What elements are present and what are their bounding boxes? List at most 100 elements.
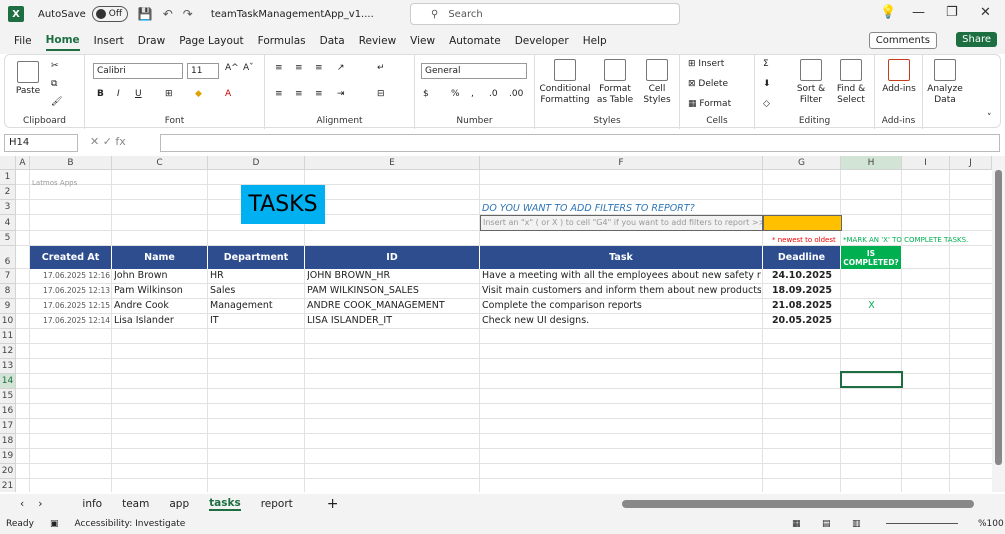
row-header-13[interactable]: 13 [0,359,16,374]
cell-task[interactable]: Complete the comparison reports [482,299,761,313]
col-header-a[interactable]: A [16,156,30,170]
clear-icon[interactable]: ◇ [763,99,770,110]
cell-task[interactable]: Check new UI designs. [482,314,761,328]
row-header-20[interactable]: 20 [0,464,16,479]
cell-created-at[interactable]: 17.06.2025 12:15 [32,299,110,313]
wrap-text-icon[interactable]: ↵ [377,63,385,74]
close-icon[interactable]: ✕ [980,5,991,20]
number-format-select[interactable]: General [421,63,527,79]
page-break-view-icon[interactable]: ▥ [852,519,861,529]
cell-completed[interactable]: X [843,299,900,313]
indent-icon[interactable]: ⇥ [337,89,345,100]
merge-center-icon[interactable]: ⊟ [377,89,385,100]
save-icon[interactable]: 💾 [138,7,153,21]
cell-task[interactable]: Visit main customers and inform them abo… [482,284,761,298]
autosave-toggle[interactable]: Off [91,6,128,22]
cell-created-at[interactable]: 17.06.2025 12:13 [32,284,110,298]
menu-view[interactable]: View [410,32,435,50]
bold-icon[interactable]: B [97,89,104,100]
row-header-8[interactable]: 8 [0,284,16,299]
currency-icon[interactable]: $ [423,89,429,100]
menu-formulas[interactable]: Formulas [258,32,306,50]
copy-icon[interactable]: ⧉ [51,79,57,90]
menu-home[interactable]: Home [45,31,80,51]
font-name-select[interactable]: Calibri [93,63,183,79]
cell-deadline[interactable]: 20.05.2025 [765,314,839,328]
cell-department[interactable]: Sales [210,284,303,298]
undo-icon[interactable]: ↶ [163,7,173,21]
row-header-1[interactable]: 1 [0,170,16,185]
menu-insert[interactable]: Insert [94,32,124,50]
row-header-3[interactable]: 3 [0,200,16,215]
tab-team[interactable]: team [122,498,149,510]
vertical-scrollbar[interactable] [992,156,1005,492]
row-header-15[interactable]: 15 [0,389,16,404]
autosum-icon[interactable]: Σ [763,59,769,70]
cell-deadline[interactable]: 24.10.2025 [765,269,839,283]
row-header-5[interactable]: 5 [0,231,16,246]
conditional-formatting-button[interactable]: Conditional Formatting [539,59,591,106]
row-header-6[interactable]: 6 [0,246,16,269]
select-all-corner[interactable] [0,156,16,170]
cell-deadline[interactable]: 18.09.2025 [765,284,839,298]
align-top-icon[interactable]: ≡ [275,63,283,74]
row-header-21[interactable]: 21 [0,479,16,492]
menu-file[interactable]: File [14,32,32,50]
sort-filter-button[interactable]: Sort & Filter [793,59,829,106]
tab-tasks[interactable]: tasks [209,497,241,511]
cell-completed[interactable] [843,284,900,298]
fill-color-icon[interactable]: ◆ [195,89,202,100]
fill-icon[interactable]: ⬇ [763,79,771,90]
filter-toggle-cell[interactable] [763,215,842,231]
row-header-18[interactable]: 18 [0,434,16,449]
vertical-scroll-thumb[interactable] [995,170,1002,465]
increase-font-icon[interactable]: A^ [225,63,239,74]
formula-input[interactable] [160,134,1000,152]
find-select-button[interactable]: Find & Select [833,59,869,106]
cell-created-at[interactable]: 17.06.2025 12:16 [32,269,110,283]
minimize-icon[interactable]: — [912,5,925,20]
align-center-icon[interactable]: ≡ [295,89,303,100]
row-header-9[interactable]: 9 [0,299,16,314]
tab-report[interactable]: report [261,498,293,510]
comma-icon[interactable]: , [471,89,474,100]
cell-name[interactable]: Andre Cook [114,299,206,313]
menu-developer[interactable]: Developer [515,32,569,50]
cell-department[interactable]: IT [210,314,303,328]
zoom-slider[interactable] [886,523,958,524]
next-sheet-icon[interactable]: › [38,498,42,510]
italic-icon[interactable]: I [117,89,120,100]
percent-icon[interactable]: % [451,89,460,100]
align-left-icon[interactable]: ≡ [275,89,283,100]
font-color-icon[interactable]: A [225,89,231,100]
addins-button[interactable]: Add-ins [879,59,919,95]
page-layout-view-icon[interactable]: ▤ [822,519,831,529]
orientation-icon[interactable]: ↗ [337,63,345,74]
col-header-d[interactable]: D [208,156,305,170]
file-name[interactable]: teamTaskManagementApp_v1.... [211,9,374,20]
row-header-10[interactable]: 10 [0,314,16,329]
name-box[interactable]: H14 [4,134,78,152]
share-button[interactable]: Share [956,32,997,47]
menu-draw[interactable]: Draw [138,32,165,50]
col-header-b[interactable]: B [30,156,112,170]
cell-id[interactable]: JOHN BROWN_HR [307,269,478,283]
menu-data[interactable]: Data [320,32,345,50]
row-header-19[interactable]: 19 [0,449,16,464]
underline-icon[interactable]: U [135,89,142,100]
row-header-16[interactable]: 16 [0,404,16,419]
insert-cells-button[interactable]: ⊞ Insert [688,59,724,70]
col-header-f[interactable]: F [480,156,763,170]
paste-button[interactable]: Paste [13,61,43,97]
restore-icon[interactable]: ❐ [946,5,958,20]
cell-id[interactable]: LISA ISLANDER_IT [307,314,478,328]
cut-icon[interactable]: ✂ [51,61,59,72]
menu-automate[interactable]: Automate [449,32,501,50]
row-header-7[interactable]: 7 [0,269,16,284]
align-right-icon[interactable]: ≡ [315,89,323,100]
cell-styles-button[interactable]: Cell Styles [639,59,675,106]
macro-icon[interactable]: ▣ [50,519,59,529]
row-header-11[interactable]: 11 [0,329,16,344]
add-sheet-icon[interactable]: + [327,496,339,512]
row-header-17[interactable]: 17 [0,419,16,434]
